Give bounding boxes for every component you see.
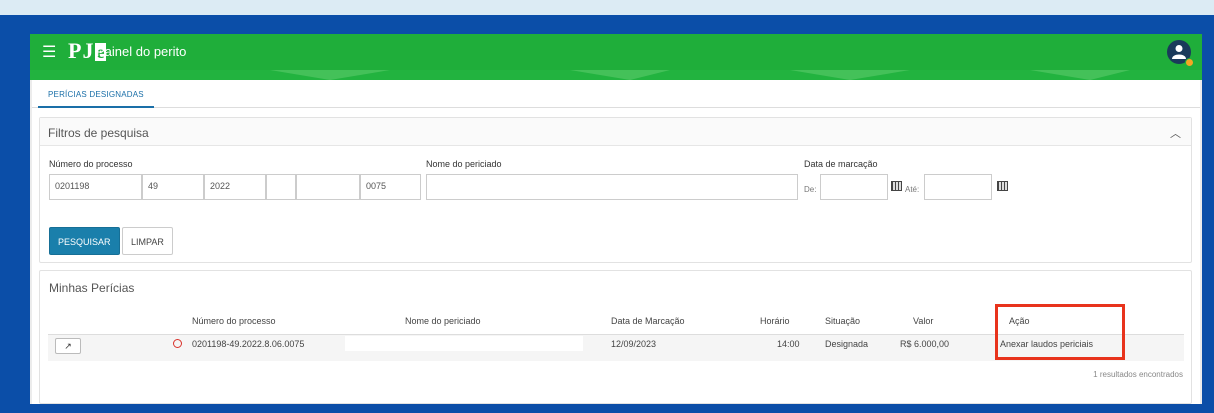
row-horario: 14:00 (777, 339, 800, 349)
user-icon (1172, 45, 1186, 59)
navbar: ☰ PJ e Painel do perito (30, 34, 1202, 80)
ate-label: Até: (905, 185, 920, 194)
numero-part-6[interactable]: 0075 (360, 174, 421, 200)
col-data-marcacao: Data de Marcação (611, 316, 685, 326)
results-count: 1 resultados encontrados (1093, 370, 1183, 379)
hamburger-icon[interactable]: ☰ (42, 45, 56, 61)
navbar-decoration (30, 70, 1202, 80)
nome-label: Nome do periciado (426, 159, 502, 169)
data-marcacao-label: Data de marcação (804, 159, 878, 169)
highlight-box (995, 304, 1125, 360)
col-valor: Valor (913, 316, 934, 326)
app-title: Painel do perito (96, 44, 187, 59)
col-nome-periciado: Nome do periciado (405, 316, 481, 326)
edit-button[interactable]: ↗ (55, 338, 81, 354)
numero-part-2[interactable]: 49 (142, 174, 204, 200)
de-date-input[interactable] (820, 174, 888, 200)
calendar-icon[interactable] (997, 181, 1008, 191)
status-dot (1185, 58, 1194, 67)
calendar-icon[interactable] (891, 181, 902, 191)
row-numero[interactable]: 0201198-49.2022.8.06.0075 (192, 339, 304, 349)
clock-alert-icon (173, 339, 182, 348)
numero-part-1[interactable]: 0201198 (49, 174, 142, 200)
external-link-icon: ↗ (64, 341, 72, 351)
row-situacao: Designada (825, 339, 869, 349)
col-horario: Horário (760, 316, 790, 326)
filters-title[interactable]: Filtros de pesquisa (40, 118, 1191, 146)
chevron-up-icon[interactable]: ︿ (1170, 125, 1181, 141)
numero-part-5[interactable] (296, 174, 360, 200)
results-title: Minhas Perícias (49, 281, 135, 295)
filters-panel: Filtros de pesquisa ︿ Número do processo… (39, 117, 1192, 263)
row-valor: R$ 6.000,00 (900, 339, 950, 349)
col-situacao: Situação (825, 316, 861, 326)
nome-input[interactable] (426, 174, 798, 200)
row-nome (345, 336, 583, 351)
row-data: 12/09/2023 (611, 339, 657, 349)
tab-pericias-designadas[interactable]: PERÍCIAS DESIGNADAS (38, 86, 154, 108)
user-avatar[interactable] (1167, 40, 1194, 67)
limpar-button[interactable]: LIMPAR (122, 227, 173, 255)
de-label: De: (804, 185, 817, 194)
pesquisar-button[interactable]: PESQUISAR (49, 227, 120, 255)
tab-bar: PERÍCIAS DESIGNADAS (32, 80, 1200, 108)
numero-part-3[interactable]: 2022 (204, 174, 266, 200)
top-strip (0, 0, 1214, 15)
app-window: ☰ PJ e Painel do perito PERÍCIAS DESIGNAD… (30, 34, 1202, 404)
ate-date-input[interactable] (924, 174, 992, 200)
numero-part-4[interactable] (266, 174, 296, 200)
col-numero-processo: Número do processo (192, 316, 276, 326)
numero-label: Número do processo (49, 159, 133, 169)
